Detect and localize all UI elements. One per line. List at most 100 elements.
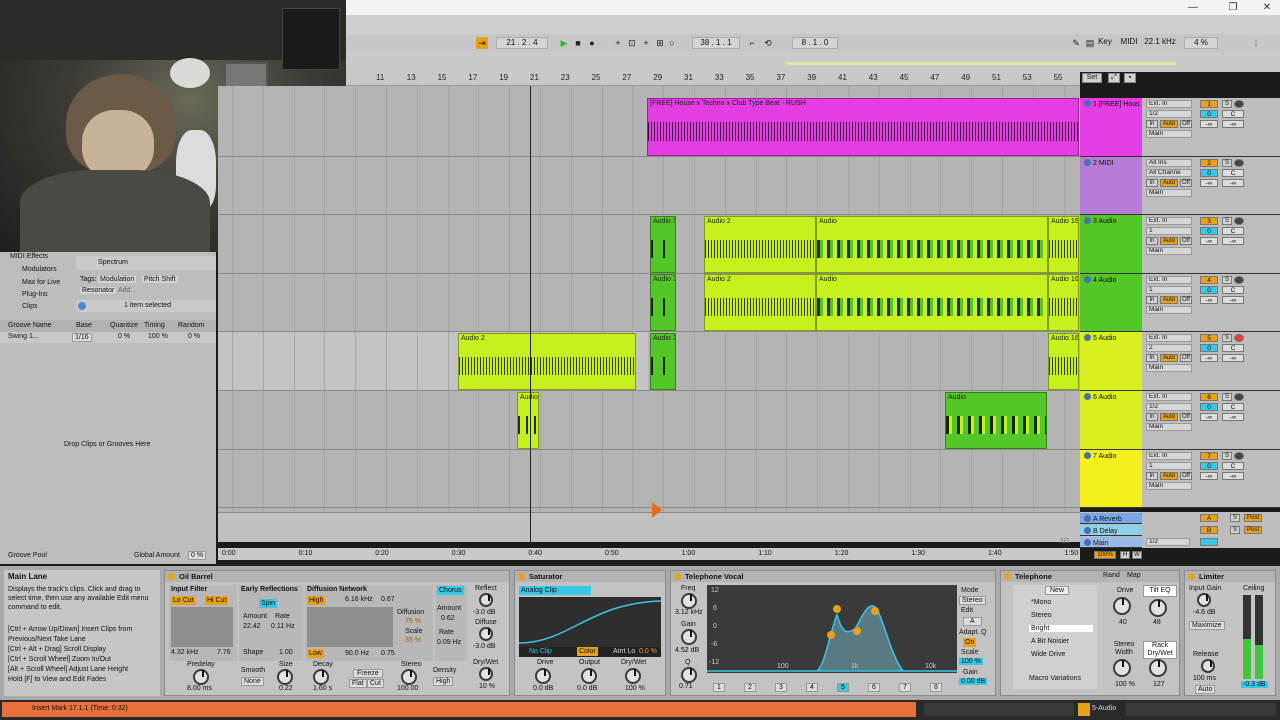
track-volume[interactable]: 0 [1200, 344, 1218, 352]
solo-button[interactable]: S [1222, 100, 1232, 108]
variation-item[interactable]: Wide Drive [1029, 651, 1093, 658]
maximize-button[interactable]: Maximize [1189, 621, 1225, 630]
tag-pitch-shift[interactable]: Pitch Shift [142, 276, 178, 283]
send-a[interactable]: -∞ [1200, 237, 1218, 245]
eq-band-2[interactable]: 2 [744, 683, 756, 692]
tilt-eq-knob[interactable] [1149, 599, 1167, 617]
loop-icon[interactable]: ⟲ [762, 37, 774, 49]
stereo-width-value[interactable]: 100 % [1115, 681, 1135, 688]
tag-resonator[interactable]: Resonator [80, 287, 117, 294]
mode-select[interactable]: Stereo [959, 596, 986, 605]
monitor-auto-button[interactable]: Auto [1160, 237, 1178, 245]
time-ruler[interactable]: 0:00 0:10 0:20 0:30 0:40 0:50 1:00 1:10 1:20 1:30… [218, 548, 1080, 560]
spin-toggle[interactable]: Spin [259, 599, 278, 608]
lane-track-2[interactable] [218, 157, 1080, 215]
send-a[interactable]: -∞ [1200, 296, 1218, 304]
session-record-icon[interactable]: + [640, 37, 652, 49]
track-pan[interactable]: C [1222, 169, 1244, 177]
monitor-off-button[interactable]: Off [1180, 296, 1192, 304]
clip-audio-chops-a[interactable]: Audio [816, 216, 1048, 273]
fold-track-icon[interactable] [1084, 276, 1091, 283]
groove-timing[interactable]: 100 % [148, 333, 168, 340]
high-toggle[interactable]: High [307, 596, 326, 605]
smooth-select[interactable]: None [241, 677, 264, 686]
send-b[interactable]: -∞ [1222, 472, 1244, 480]
main-volume[interactable] [1200, 538, 1218, 546]
arm-record-button[interactable] [1234, 393, 1244, 401]
track-header-6[interactable]: 6 Audio [1080, 391, 1142, 450]
beat-time-ruler[interactable]: 11 13 15 17 19 21 23 25 27 29 31 33 35 37 39 41 43 45 47 49… [346, 72, 1080, 86]
global-amount[interactable]: 0 % [188, 551, 207, 560]
drive-value[interactable]: 0.0 dB [533, 685, 553, 692]
arm-record-button[interactable] [1234, 100, 1244, 108]
high-value[interactable]: 0.67 [381, 596, 395, 603]
filter-display[interactable] [171, 607, 233, 647]
draw-mode-icon[interactable]: ✎ [1070, 37, 1082, 49]
arm-record-button[interactable] [1234, 334, 1244, 342]
output-select[interactable]: Main [1146, 247, 1192, 255]
variation-item[interactable]: Bright [1029, 625, 1093, 632]
track-activator[interactable]: 2 [1200, 159, 1218, 167]
monitor-auto-button[interactable]: Auto [1160, 179, 1178, 187]
input-channel-select[interactable]: 1/2 [1146, 110, 1192, 118]
category-modulators[interactable]: Modulators [22, 266, 57, 273]
variation-item[interactable]: *Mono [1029, 599, 1093, 606]
fold-track-icon[interactable] [1084, 452, 1091, 459]
lo-cut-toggle[interactable]: Lo Cut [171, 596, 196, 605]
browser-item-row[interactable]: Spectrum [76, 256, 216, 270]
minimize-button[interactable]: — [1186, 2, 1200, 14]
low-freq[interactable]: 90.0 Hz [345, 650, 369, 657]
release-knob[interactable] [1201, 659, 1215, 673]
flat-button[interactable]: Flat [349, 679, 367, 688]
eq-band-1[interactable]: 1 [713, 683, 725, 692]
freq-value[interactable]: 3.12 kHz [675, 609, 703, 616]
send-b[interactable]: -∞ [1222, 179, 1244, 187]
track-volume[interactable]: 0 [1200, 227, 1218, 235]
saturator-mode-select[interactable]: Analog Clip [519, 586, 591, 595]
device-power-icon[interactable] [1188, 573, 1195, 580]
clip-audio3-c[interactable]: Audio 3 [650, 333, 676, 390]
eq-band-6[interactable]: 6 [868, 683, 880, 692]
clip-audio16-a[interactable]: Audio 16 [1048, 216, 1079, 273]
send-b[interactable]: -∞ [1222, 296, 1244, 304]
release-value[interactable]: 100 ms [1193, 675, 1216, 682]
track-activator[interactable]: 1 [1200, 100, 1218, 108]
diffusion-display[interactable] [307, 607, 393, 647]
close-button[interactable]: ✕ [1260, 2, 1274, 14]
metronome-icon[interactable]: ○ [666, 37, 678, 49]
monitor-in-button[interactable]: In [1146, 413, 1158, 421]
input-type-select[interactable]: Ext. In [1146, 276, 1192, 284]
solo-button[interactable]: S [1222, 159, 1232, 167]
category-midi-effects[interactable]: MIDI Effects [10, 253, 48, 260]
lane-track-7[interactable] [218, 450, 1080, 508]
return-lanes[interactable] [218, 512, 1080, 542]
output-select[interactable]: Main [1146, 423, 1192, 431]
groove-random[interactable]: 0 % [188, 333, 200, 340]
device-power-icon[interactable] [1004, 573, 1011, 580]
track-volume[interactable]: 0 [1200, 286, 1218, 294]
status-device-chain[interactable] [1126, 703, 1276, 716]
drive-macro-knob[interactable] [1113, 597, 1131, 615]
play-icon[interactable]: ▶ [558, 37, 570, 49]
post-button[interactable]: Post [1244, 514, 1262, 522]
return-b-activator[interactable]: B [1200, 526, 1218, 534]
scale-value[interactable]: 100 % [959, 658, 983, 665]
drywet-value[interactable]: 100 % [625, 685, 645, 692]
track-pan[interactable]: C [1222, 403, 1244, 411]
stereo-value[interactable]: 100.00 [397, 685, 418, 692]
track-pan[interactable]: C [1222, 227, 1244, 235]
variation-item[interactable]: A Bit Noisier [1029, 638, 1093, 645]
clip-audio-d[interactable]: Audio [517, 392, 539, 449]
fold-track-icon[interactable] [1084, 393, 1091, 400]
groove-base[interactable]: 1/16 [72, 333, 92, 342]
drywet-knob[interactable] [479, 667, 493, 681]
input-gain-knob[interactable] [1197, 593, 1211, 607]
width-button[interactable]: W [1132, 551, 1142, 559]
capture-icon[interactable]: ⊞ [654, 37, 666, 49]
clip-audio-chops-b[interactable]: Audio [816, 274, 1048, 331]
automation-arm-icon[interactable]: ⊡ [626, 37, 638, 49]
clip-audio2-b[interactable]: Audio 2 [704, 274, 816, 331]
eq-band-3[interactable]: 3 [775, 683, 787, 692]
track-header-1[interactable]: 1 [FREE] Hous [1080, 98, 1142, 157]
clip-audio3-b[interactable]: Audio 3 [650, 274, 676, 331]
